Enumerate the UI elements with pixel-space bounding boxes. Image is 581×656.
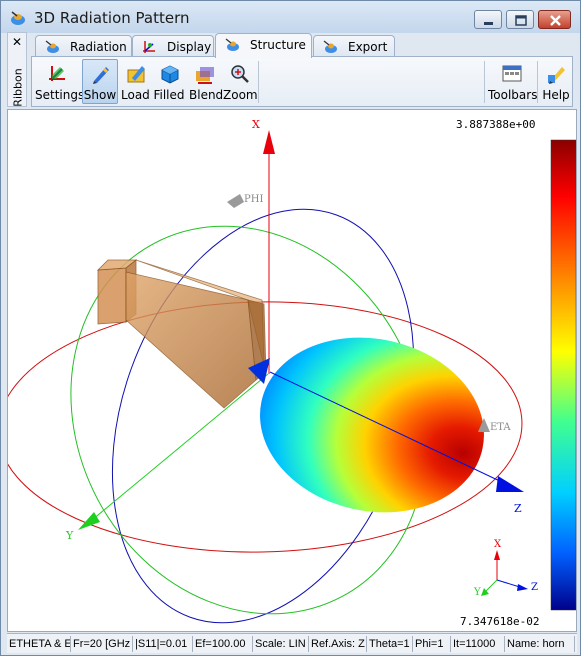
help-button[interactable]: Help	[540, 59, 572, 104]
blend-button-label: Blend	[189, 88, 224, 102]
load-icon	[127, 66, 145, 83]
radiation-pattern-viewport[interactable]: 3.887388e+00 7.347618e-02 X Y Z PHI ETA …	[7, 109, 577, 632]
tab-display[interactable]: Display	[132, 35, 214, 57]
structure-tab-icon	[225, 38, 239, 51]
filled-button-label: Filled	[153, 88, 185, 102]
status-field-component: ETHETA & E	[9, 636, 71, 652]
tab-display-label: Display	[167, 40, 212, 54]
toolbars-icon	[502, 65, 522, 82]
zoom-button-label: Zoom	[223, 88, 258, 102]
ribbon-close-icon[interactable]: ✕	[12, 35, 22, 49]
status-field-phi: Phi=1	[413, 636, 451, 652]
tab-export-label: Export	[348, 40, 388, 54]
ribbon-separator	[484, 61, 485, 103]
tab-export[interactable]: Export	[313, 35, 395, 57]
triad-z-label: Z	[531, 582, 538, 593]
close-button[interactable]	[538, 10, 571, 29]
tab-structure-label: Structure	[250, 38, 306, 52]
maximize-button[interactable]	[506, 10, 534, 29]
ribbon-separator	[258, 61, 259, 103]
triad-x-label: X	[494, 539, 502, 550]
colorbar-min-label: 7.347618e-02	[460, 615, 540, 628]
blend-icon	[196, 67, 214, 84]
phi-marker-arrow	[227, 194, 244, 208]
zoom-button[interactable]: Zoom	[222, 59, 258, 104]
phi-label: PHI	[244, 194, 264, 205]
settings-button[interactable]: Settings	[34, 59, 85, 104]
status-field-name: Name: horn	[505, 636, 575, 652]
status-field-iteration: It=11000	[451, 636, 505, 652]
ribbon-panel: Settings Show Load Filled Blend Zoom Too…	[31, 56, 573, 107]
ribbon-side-strip: ✕ Ribbon	[7, 32, 27, 107]
zoom-icon	[231, 65, 249, 83]
minimize-icon	[484, 22, 493, 25]
app-window: 3D Radiation Pattern ✕ Ribbon Radiation …	[0, 0, 581, 656]
tab-radiation-label: Radiation	[70, 40, 127, 54]
load-button-label: Load	[121, 88, 150, 102]
filled-button[interactable]: Filled	[152, 59, 186, 104]
z-axis-arrow	[496, 476, 524, 492]
cube-icon	[161, 65, 179, 84]
status-field-efficiency: Ef=100.00	[193, 636, 253, 652]
orientation-triad	[481, 550, 528, 596]
x-axis-arrow	[263, 130, 275, 154]
radiation-tab-icon	[45, 40, 59, 53]
close-icon	[550, 15, 561, 26]
status-field-scale: Scale: LIN	[253, 636, 309, 652]
status-field-theta: Theta=1	[367, 636, 413, 652]
help-button-label: Help	[542, 88, 570, 102]
y-axis-line	[91, 373, 269, 521]
tab-structure[interactable]: Structure	[215, 33, 312, 58]
z-axis-label: Z	[514, 502, 522, 515]
settings-button-label: Settings	[35, 88, 85, 102]
show-icon	[93, 67, 109, 84]
status-bar: ETHETA & E Fr=20 [GHz |S11|=0.01 Ef=100.…	[7, 633, 577, 653]
toolbars-button[interactable]: Toolbars	[487, 59, 538, 104]
settings-icon	[49, 66, 65, 81]
maximize-icon	[515, 15, 527, 26]
radiation-pattern-canvas[interactable]	[8, 110, 577, 632]
title-bar[interactable]: 3D Radiation Pattern	[1, 1, 580, 33]
theta-label: ETA	[490, 422, 511, 433]
colorbar	[550, 139, 576, 611]
status-field-s11: |S11|=0.01	[133, 636, 193, 652]
x-axis-label: X	[252, 118, 260, 131]
status-field-ref-axis: Ref.Axis: Z	[309, 636, 367, 652]
toolbars-button-label: Toolbars	[488, 88, 538, 102]
blend-button[interactable]: Blend	[188, 59, 224, 104]
app-icon	[11, 11, 25, 25]
display-tab-icon	[143, 41, 155, 53]
show-button-label: Show	[83, 88, 117, 102]
ribbon-separator	[537, 61, 538, 103]
minimize-button[interactable]	[474, 10, 502, 29]
triad-y-label: Y	[474, 587, 481, 598]
show-button[interactable]: Show	[82, 59, 118, 104]
ribbon-side-label: Ribbon	[11, 68, 25, 107]
horn-antenna	[96, 259, 267, 409]
status-field-frequency: Fr=20 [GHz	[71, 636, 133, 652]
tab-radiation[interactable]: Radiation	[35, 35, 132, 57]
help-icon	[548, 67, 565, 84]
export-tab-icon	[323, 40, 337, 53]
main-lobe	[260, 337, 484, 513]
colorbar-max-label: 3.887388e+00	[456, 118, 536, 131]
window-title: 3D Radiation Pattern	[34, 9, 190, 27]
y-axis-label: Y	[66, 529, 74, 542]
load-button[interactable]: Load	[120, 59, 150, 104]
